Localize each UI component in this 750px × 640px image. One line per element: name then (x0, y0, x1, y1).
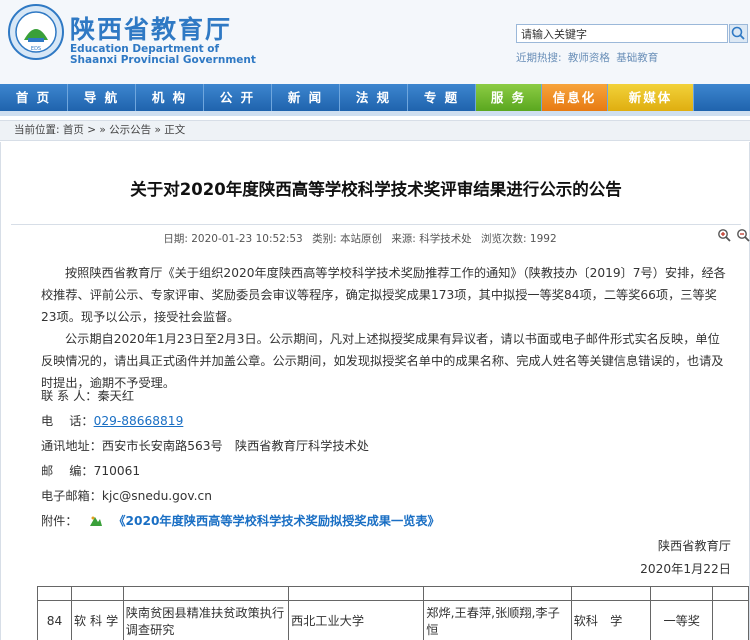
article-container: 关于对2020年度陕西高等学校科学技术奖评审结果进行公示的公告 日期: 2020… (0, 142, 750, 640)
zoom-out-icon[interactable] (736, 228, 750, 242)
table-cell-no: 84 (37, 600, 72, 640)
breadcrumb-section-link[interactable]: 公示公告 (109, 124, 151, 136)
zoom-in-icon[interactable] (717, 228, 731, 242)
contact-address: 通讯地址：西安市长安南路563号 陕西省教育厅科学技术处 (41, 439, 369, 453)
table-cell-authors: 郑烨,王春萍,张顺翔,李子恒 (423, 600, 572, 640)
article-paragraph-2: 公示期自2020年1月23日至2月3日。公示期间，凡对上述拟授奖成果有异议者，请… (41, 332, 724, 390)
attachment-link[interactable]: 《2020年度陕西高等学校科学技术奖励拟授奖成果一览表》 (113, 514, 439, 528)
article-paragraph-1: 按照陕西省教育厅《关于组织2020年度陕西高等学校科学技术奖励推荐工作的通知》（… (41, 266, 726, 324)
article-body: 按照陕西省教育厅《关于组织2020年度陕西高等学校科学技术奖励推荐工作的通知》（… (41, 262, 731, 394)
nav-informatization[interactable]: 信息化 (542, 84, 608, 111)
hot-search-link-1[interactable]: 教师资格 (568, 52, 610, 64)
nav-home[interactable]: 首 页 (0, 84, 68, 111)
contact-phone-label: 电 话： (41, 414, 94, 428)
nav-services[interactable]: 服 务 (476, 84, 542, 111)
nav-divider-strip (0, 111, 750, 116)
article-meta: 日期: 2020-01-23 10:52:53 类别: 本站原创 来源: 科学技… (1, 231, 719, 246)
hot-search-link-2[interactable]: 基础教育 (616, 52, 658, 64)
attachment: 附件： 《2020年度陕西高等学校科学技术奖励拟授奖成果一览表》 (41, 511, 440, 529)
table-cell-type: 软科 学 (570, 600, 652, 640)
nav-organization[interactable]: 机 构 (136, 84, 204, 111)
table-cell-extra (712, 600, 749, 640)
svg-text:EDS: EDS (31, 46, 41, 52)
breadcrumb-current: 正文 (164, 124, 186, 136)
site-name-en: Education Department of Shaanxi Provinci… (70, 44, 256, 66)
article-source: 来源: 科学技术处 (391, 233, 472, 245)
article-views: 浏览次数: 1992 (481, 233, 557, 245)
table-cell-award: 一等奖 (650, 600, 714, 640)
hot-searches-label: 近期热搜: (516, 52, 562, 64)
breadcrumb: 当前位置: 首页 > » 公示公告 » 正文 (0, 120, 750, 141)
hot-searches: 近期热搜: 教师资格 基础教育 (516, 50, 658, 65)
site-header: EDS 陕西省教育厅 Education Department of Shaan… (0, 0, 750, 84)
search-button[interactable] (729, 24, 748, 43)
table-cell-unit: 西北工业大学 (287, 600, 425, 640)
divider (11, 224, 741, 225)
contact-person: 联 系 人：秦天红 (41, 389, 135, 403)
search-input[interactable] (516, 24, 728, 43)
phone-link[interactable]: 029-88668819 (94, 414, 184, 428)
nav-regulations[interactable]: 法 规 (340, 84, 408, 111)
breadcrumb-home-link[interactable]: 首页 (63, 124, 84, 136)
breadcrumb-separator: > » (87, 124, 110, 136)
education-department-emblem-icon[interactable]: EDS (8, 4, 64, 60)
article-title: 关于对2020年度陕西高等学校科学技术奖评审结果进行公示的公告 (130, 180, 622, 199)
contact-email: 电子邮箱：kjc@snedu.gov.cn (41, 489, 212, 503)
site-name-cn[interactable]: 陕西省教育厅 (70, 10, 232, 46)
table-row: 84 软 科 学 陕南贫困县精准扶贫政策执行调查研究 西北工业大学 郑烨,王春萍… (37, 600, 749, 640)
site-name-en-line2: Shaanxi Provincial Government (70, 54, 256, 66)
nav-public[interactable]: 公 开 (204, 84, 272, 111)
article-date: 日期: 2020-01-23 10:52:53 (163, 233, 303, 245)
search-icon (731, 26, 745, 40)
nav-guide[interactable]: 导 航 (68, 84, 136, 111)
table-cell-category: 软 科 学 (70, 600, 124, 640)
attachment-label: 附件： (41, 514, 78, 528)
attachment-file-icon (90, 516, 103, 526)
article-category: 类别: 本站原创 (312, 233, 382, 245)
contact-phone: 电 话：029-88668819 (41, 411, 183, 429)
main-navigation: 首 页 导 航 机 构 公 开 新 闻 法 规 专 题 服 务 信息化 新媒体 (0, 84, 750, 111)
contact-postcode: 邮 编：710061 (41, 464, 141, 478)
table-cell-project: 陕南贫困县精准扶贫政策执行调查研究 (122, 600, 289, 640)
table-row (37, 586, 749, 601)
nav-topics[interactable]: 专 题 (408, 84, 476, 111)
signature-org: 陕西省教育厅 (657, 539, 731, 553)
nav-new-media[interactable]: 新媒体 (608, 84, 694, 111)
nav-news[interactable]: 新 闻 (272, 84, 340, 111)
breadcrumb-prefix: 当前位置: (14, 124, 60, 136)
breadcrumb-separator: » (154, 124, 165, 136)
signature-date: 2020年1月22日 (640, 562, 731, 576)
award-table: 84 软 科 学 陕南贫困县精准扶贫政策执行调查研究 西北工业大学 郑烨,王春萍… (37, 586, 749, 640)
